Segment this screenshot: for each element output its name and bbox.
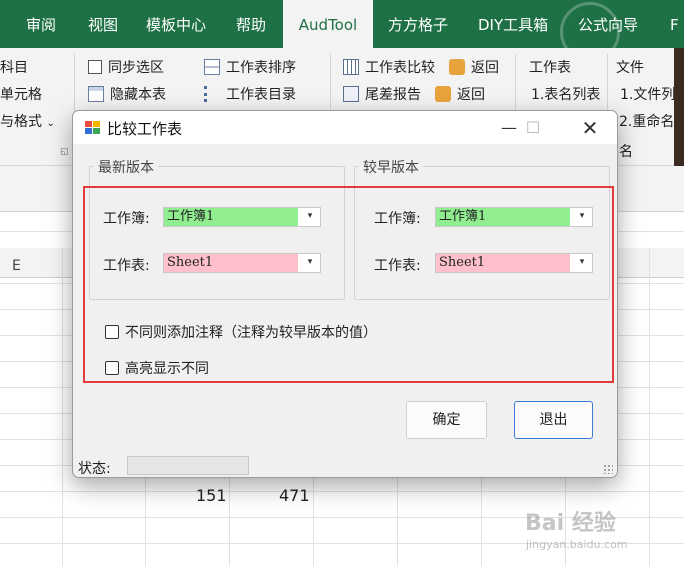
- ok-button[interactable]: 确定: [406, 401, 487, 439]
- hide-sheet-button[interactable]: 隐藏本表: [88, 84, 166, 104]
- close-icon[interactable]: ✕: [570, 115, 610, 141]
- tab-diy-toolbox[interactable]: DIY工具箱: [478, 0, 548, 48]
- highlight-annotation-box: [83, 186, 614, 383]
- sheet-sort-label: 工作表排序: [226, 60, 296, 76]
- cell-value[interactable]: 151: [196, 486, 227, 505]
- dialog-titlebar[interactable]: 比较工作表 — ☐ ✕: [73, 111, 617, 144]
- back-label-2: 返回: [457, 87, 485, 103]
- tab-formula-wizard[interactable]: 公式向导: [578, 0, 638, 48]
- tab-template-center[interactable]: 模板中心: [146, 0, 206, 48]
- baidu-watermark: Bai 经验: [525, 511, 616, 536]
- exit-button[interactable]: 退出: [514, 401, 593, 439]
- resize-grip-icon[interactable]: [603, 464, 613, 474]
- sheet-compare-label: 工作表比较: [365, 60, 435, 76]
- diff-report-label: 尾差报告: [365, 87, 421, 103]
- dialog-launcher-icon[interactable]: ◱: [60, 147, 69, 157]
- sheet-toc-label: 工作表目录: [226, 87, 296, 103]
- sheet-group-label: 工作表: [529, 60, 571, 76]
- cell-value[interactable]: 471: [279, 486, 310, 505]
- earlier-version-legend: 较早版本: [359, 157, 423, 177]
- ribbon-item-subject[interactable]: 科目: [0, 57, 28, 77]
- diff-report-button[interactable]: 尾差报告: [343, 84, 421, 104]
- sheet-toc-button[interactable]: 工作表目录: [204, 84, 296, 104]
- hide-sheet-icon: [88, 86, 104, 102]
- rename-button[interactable]: 2.重命名: [619, 111, 674, 131]
- tab-audtool[interactable]: AudTool: [283, 0, 373, 48]
- list-icon: [204, 86, 220, 102]
- hide-sheet-label: 隐藏本表: [110, 87, 166, 103]
- chevron-down-icon: ⌄: [46, 118, 55, 129]
- baidu-watermark-url: jingyan.baidu.com: [526, 538, 628, 551]
- tab-review[interactable]: 审阅: [26, 0, 56, 48]
- sync-selection-checkbox[interactable]: 同步选区: [88, 57, 164, 77]
- sheet-compare-button[interactable]: 工作表比较: [343, 57, 435, 77]
- ribbon-item-format-label: 与格式: [0, 114, 42, 130]
- sync-selection-label: 同步选区: [108, 60, 164, 76]
- sort-icon: [204, 59, 220, 75]
- tab-help[interactable]: 帮助: [236, 0, 266, 48]
- tab-view[interactable]: 视图: [88, 0, 118, 48]
- status-label: 状态:: [78, 461, 111, 477]
- file-list-button[interactable]: 1.文件列: [620, 84, 675, 104]
- back-label-1: 返回: [471, 60, 499, 76]
- grid-line: [62, 248, 63, 566]
- sheet-sort-button[interactable]: 工作表排序: [204, 57, 296, 77]
- compare-sheets-dialog: 比较工作表 — ☐ ✕ 最新版本 工作簿: 工作簿1 ▾ 工作表: Sheet1…: [72, 110, 618, 478]
- rename-group-tail: 名: [619, 144, 633, 160]
- maximize-icon[interactable]: ☐: [513, 115, 553, 141]
- ribbon-tab-bar: 审阅 视图 模板中心 帮助 AudTool 方方格子 DIY工具箱 公式向导 F: [0, 0, 684, 62]
- excel-window: 审阅 视图 模板中心 帮助 AudTool 方方格子 DIY工具箱 公式向导 F…: [0, 0, 684, 566]
- tab-fangfang-gezi[interactable]: 方方格子: [388, 0, 448, 48]
- status-progress-bar: [127, 456, 249, 475]
- checkbox-icon: [88, 60, 102, 74]
- grid-line: [649, 248, 650, 566]
- back-button-1[interactable]: 返回: [449, 57, 499, 77]
- back-icon: [449, 59, 465, 75]
- sheet-name-list-button[interactable]: 1.表名列表: [531, 84, 600, 104]
- column-header-e[interactable]: E: [12, 258, 21, 274]
- newest-version-legend: 最新版本: [94, 157, 158, 177]
- ribbon-item-format[interactable]: 与格式 ⌄: [0, 111, 55, 131]
- back-button-2[interactable]: 返回: [435, 84, 485, 104]
- compare-icon: [343, 59, 359, 75]
- ribbon-item-cell[interactable]: 单元格: [0, 84, 42, 104]
- dialog-title: 比较工作表: [107, 120, 183, 138]
- file-group-label: 文件: [616, 60, 644, 76]
- back-icon: [435, 86, 451, 102]
- app-icon: [85, 121, 101, 135]
- report-icon: [343, 86, 359, 102]
- tab-overflow[interactable]: F: [670, 0, 679, 48]
